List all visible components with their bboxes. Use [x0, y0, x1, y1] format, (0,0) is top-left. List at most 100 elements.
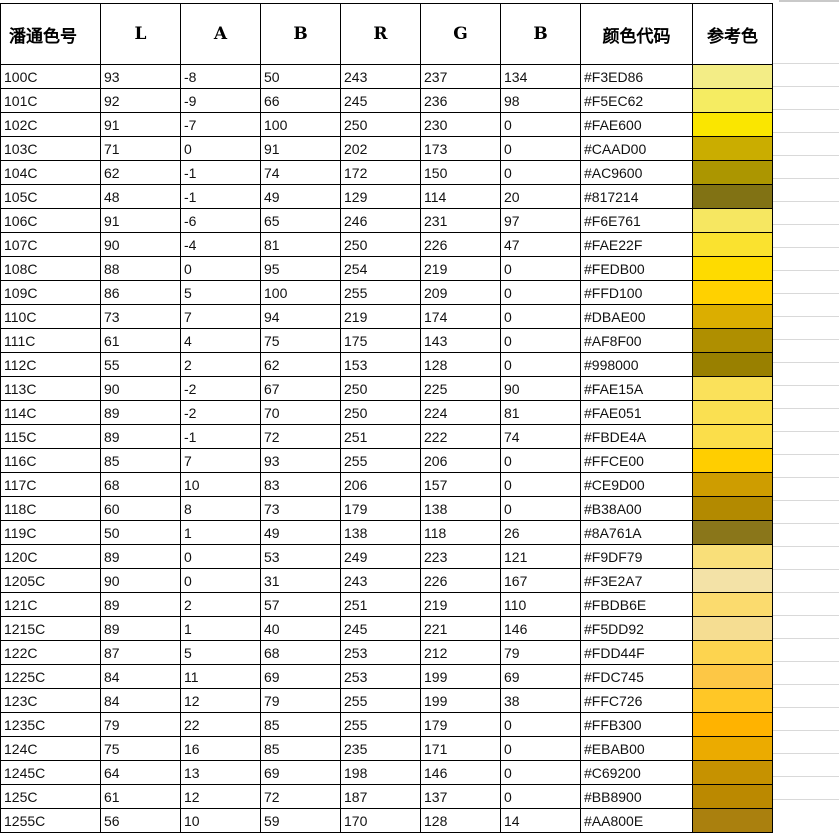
- empty-cell[interactable]: [773, 731, 839, 754]
- cell-r[interactable]: 245: [340, 616, 421, 641]
- cell-b2[interactable]: 121: [500, 544, 581, 569]
- cell-a[interactable]: 0: [180, 136, 261, 161]
- cell-r[interactable]: 129: [340, 184, 421, 209]
- cell-pantone[interactable]: 1205C: [0, 568, 101, 593]
- cell-pantone[interactable]: 114C: [0, 400, 101, 425]
- header-cell-l[interactable]: L: [100, 3, 181, 65]
- cell-r[interactable]: 250: [340, 376, 421, 401]
- cell-g[interactable]: 212: [420, 640, 501, 665]
- empty-cell[interactable]: [773, 616, 839, 639]
- cell-r[interactable]: 255: [340, 712, 421, 737]
- cell-l[interactable]: 75: [100, 736, 181, 761]
- header-cell-r[interactable]: R: [340, 3, 421, 65]
- cell-b2[interactable]: 20: [500, 184, 581, 209]
- cell-l[interactable]: 90: [100, 568, 181, 593]
- cell-l[interactable]: 90: [100, 232, 181, 257]
- cell-hex[interactable]: #EBAB00: [580, 736, 693, 761]
- cell-g[interactable]: 137: [420, 784, 501, 809]
- cell-a[interactable]: -1: [180, 160, 261, 185]
- cell-hex[interactable]: #FFC726: [580, 688, 693, 713]
- empty-cell[interactable]: [773, 708, 839, 731]
- header-cell-hex[interactable]: 颜色代码: [580, 3, 693, 65]
- cell-hex[interactable]: #FAE15A: [580, 376, 693, 401]
- cell-b2[interactable]: 0: [500, 160, 581, 185]
- cell-pantone[interactable]: 120C: [0, 544, 101, 569]
- header-cell-b2[interactable]: B: [500, 3, 581, 65]
- cell-b[interactable]: 49: [260, 184, 341, 209]
- color-swatch[interactable]: [692, 352, 773, 377]
- cell-a[interactable]: 1: [180, 520, 261, 545]
- color-swatch[interactable]: [692, 520, 773, 545]
- cell-r[interactable]: 170: [340, 808, 421, 833]
- cell-pantone[interactable]: 103C: [0, 136, 101, 161]
- cell-b2[interactable]: 0: [500, 352, 581, 377]
- cell-r[interactable]: 206: [340, 472, 421, 497]
- cell-r[interactable]: 179: [340, 496, 421, 521]
- cell-b2[interactable]: 47: [500, 232, 581, 257]
- cell-a[interactable]: 0: [180, 256, 261, 281]
- cell-g[interactable]: 236: [420, 88, 501, 113]
- cell-b[interactable]: 91: [260, 136, 341, 161]
- cell-b[interactable]: 68: [260, 640, 341, 665]
- color-swatch[interactable]: [692, 424, 773, 449]
- color-swatch[interactable]: [692, 784, 773, 809]
- cell-b[interactable]: 69: [260, 760, 341, 785]
- cell-b[interactable]: 95: [260, 256, 341, 281]
- cell-b[interactable]: 59: [260, 808, 341, 833]
- cell-b[interactable]: 85: [260, 736, 341, 761]
- cell-g[interactable]: 222: [420, 424, 501, 449]
- cell-r[interactable]: 219: [340, 304, 421, 329]
- cell-b2[interactable]: 14: [500, 808, 581, 833]
- cell-a[interactable]: -1: [180, 424, 261, 449]
- cell-r[interactable]: 255: [340, 448, 421, 473]
- cell-b2[interactable]: 0: [500, 736, 581, 761]
- color-swatch[interactable]: [692, 160, 773, 185]
- cell-l[interactable]: 56: [100, 808, 181, 833]
- empty-cell[interactable]: [773, 432, 839, 455]
- cell-g[interactable]: 128: [420, 352, 501, 377]
- cell-g[interactable]: 138: [420, 496, 501, 521]
- empty-cell[interactable]: [773, 179, 839, 202]
- cell-b[interactable]: 72: [260, 424, 341, 449]
- cell-g[interactable]: 173: [420, 136, 501, 161]
- cell-a[interactable]: 8: [180, 496, 261, 521]
- empty-cell[interactable]: [773, 340, 839, 363]
- cell-b2[interactable]: 0: [500, 712, 581, 737]
- header-cell-reference[interactable]: 参考色: [692, 3, 773, 65]
- cell-b2[interactable]: 69: [500, 664, 581, 689]
- empty-cell[interactable]: [773, 754, 839, 777]
- color-swatch[interactable]: [692, 304, 773, 329]
- cell-g[interactable]: 219: [420, 592, 501, 617]
- cell-a[interactable]: 12: [180, 688, 261, 713]
- color-swatch[interactable]: [692, 472, 773, 497]
- cell-pantone[interactable]: 1255C: [0, 808, 101, 833]
- cell-r[interactable]: 246: [340, 208, 421, 233]
- cell-b[interactable]: 93: [260, 448, 341, 473]
- empty-cell[interactable]: [773, 524, 839, 547]
- color-swatch[interactable]: [692, 712, 773, 737]
- cell-b[interactable]: 57: [260, 592, 341, 617]
- cell-b[interactable]: 100: [260, 280, 341, 305]
- cell-pantone[interactable]: 121C: [0, 592, 101, 617]
- cell-a[interactable]: -1: [180, 184, 261, 209]
- cell-r[interactable]: 198: [340, 760, 421, 785]
- color-swatch[interactable]: [692, 232, 773, 257]
- header-cell-pantone[interactable]: 潘通色号: [0, 3, 101, 65]
- cell-b[interactable]: 100: [260, 112, 341, 137]
- cell-b2[interactable]: 167: [500, 568, 581, 593]
- color-swatch[interactable]: [692, 208, 773, 233]
- cell-a[interactable]: 10: [180, 472, 261, 497]
- cell-l[interactable]: 84: [100, 688, 181, 713]
- cell-pantone[interactable]: 1225C: [0, 664, 101, 689]
- cell-pantone[interactable]: 106C: [0, 208, 101, 233]
- cell-a[interactable]: 22: [180, 712, 261, 737]
- cell-b[interactable]: 40: [260, 616, 341, 641]
- cell-r[interactable]: 255: [340, 280, 421, 305]
- empty-cell[interactable]: [773, 110, 839, 133]
- cell-hex[interactable]: #998000: [580, 352, 693, 377]
- cell-r[interactable]: 249: [340, 544, 421, 569]
- cell-b2[interactable]: 0: [500, 280, 581, 305]
- empty-cell[interactable]: [773, 639, 839, 662]
- cell-pantone[interactable]: 112C: [0, 352, 101, 377]
- cell-b[interactable]: 65: [260, 208, 341, 233]
